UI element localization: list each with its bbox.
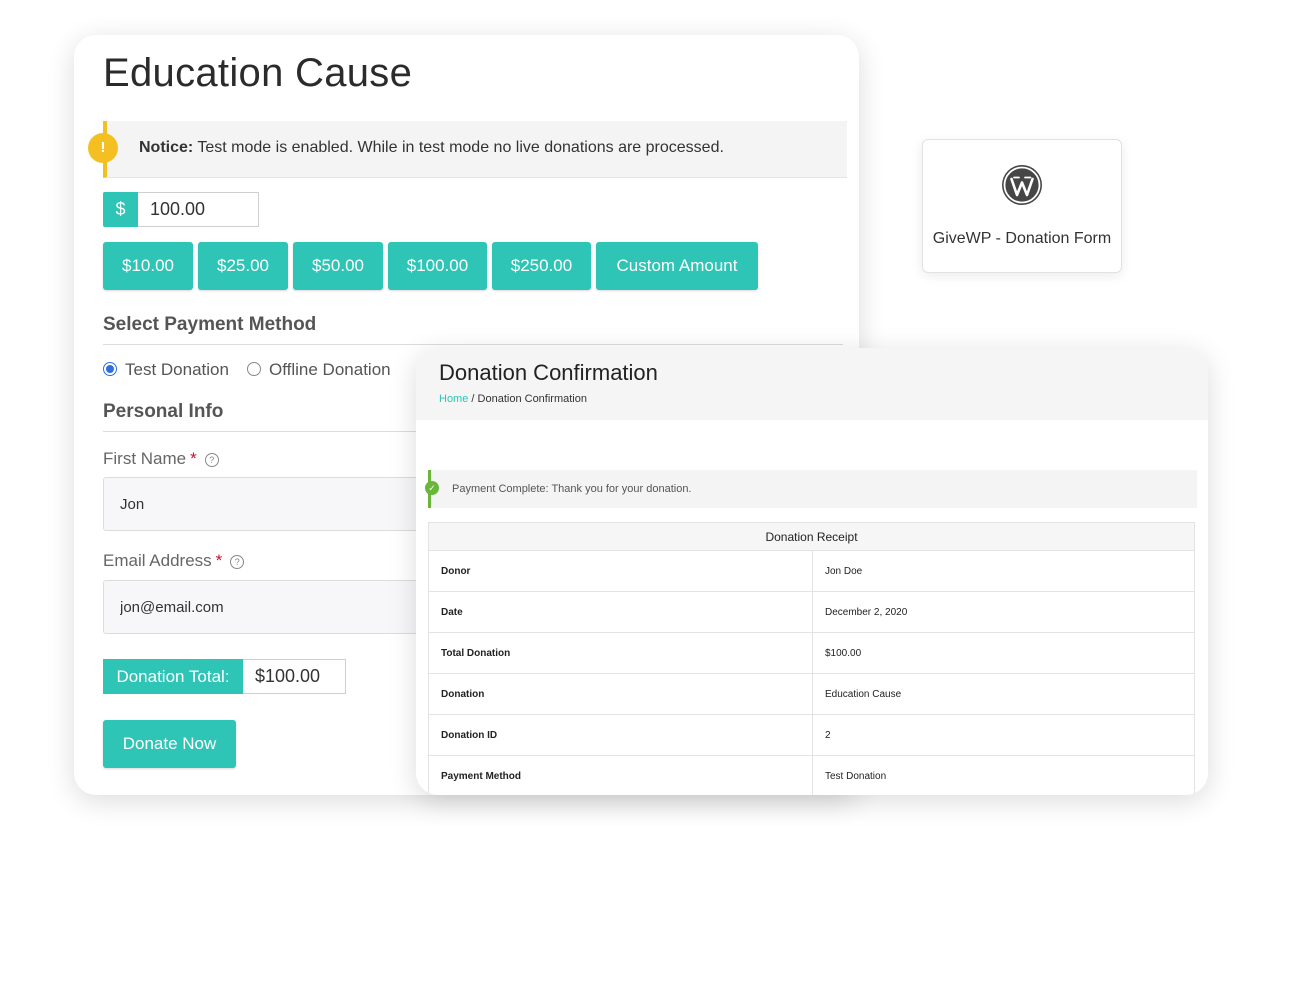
receipt-header-row: Donation Receipt — [428, 522, 1195, 551]
notice-text: Notice: Test mode is enabled. While in t… — [139, 139, 724, 157]
givewp-block-label: GiveWP - Donation Form — [932, 230, 1112, 247]
receipt-value: $100.00 — [812, 632, 1195, 674]
receipt-key: Payment Method — [428, 755, 813, 795]
donation-total-label: Donation Total: — [103, 659, 243, 694]
radio-unselected-icon[interactable] — [247, 362, 261, 376]
first-name-input[interactable] — [103, 477, 461, 531]
receipt-heading: Donation Receipt — [428, 522, 1195, 551]
donation-total-value: $100.00 — [243, 659, 346, 694]
wordpress-icon — [1002, 165, 1042, 205]
success-message: Payment Complete: Thank you for your don… — [452, 483, 692, 495]
amount-input[interactable] — [138, 192, 259, 227]
level-25-button[interactable]: $25.00 — [198, 242, 288, 290]
table-row: Donation ID 2 — [428, 714, 1195, 756]
receipt-value: December 2, 2020 — [812, 591, 1195, 633]
custom-amount-button[interactable]: Custom Amount — [596, 242, 758, 290]
level-10-button[interactable]: $10.00 — [103, 242, 193, 290]
notice-label: Notice: — [139, 139, 194, 156]
breadcrumb-current: Donation Confirmation — [477, 393, 587, 405]
radio-offline-donation[interactable]: Offline Donation — [247, 360, 391, 380]
first-name-label-text: First Name — [103, 449, 187, 468]
receipt-key: Donation — [428, 673, 813, 715]
confirmation-title: Donation Confirmation — [439, 360, 658, 385]
receipt-value: 2 — [812, 714, 1195, 756]
breadcrumb-separator: / — [471, 393, 475, 405]
email-label-text: Email Address — [103, 551, 212, 570]
receipt-value: Education Cause — [812, 673, 1195, 715]
payment-success-notice: ✓ Payment Complete: Thank you for your d… — [425, 470, 1197, 508]
receipt-key: Donor — [428, 550, 813, 592]
givewp-block-card[interactable]: GiveWP - Donation Form — [922, 139, 1122, 273]
confirmation-header: Donation Confirmation Home / Donation Co… — [416, 348, 1208, 420]
currency-symbol: $ — [103, 192, 138, 227]
radio-test-donation-label: Test Donation — [125, 360, 229, 379]
level-50-button[interactable]: $50.00 — [293, 242, 383, 290]
table-row: Donation Education Cause — [428, 673, 1195, 715]
receipt-value: Jon Doe — [812, 550, 1195, 592]
breadcrumb-home-link[interactable]: Home — [439, 393, 468, 405]
required-marker: * — [215, 551, 223, 570]
table-row: Donor Jon Doe — [428, 550, 1195, 592]
table-row: Date December 2, 2020 — [428, 591, 1195, 633]
receipt-key: Date — [428, 591, 813, 633]
email-input[interactable] — [103, 580, 461, 634]
help-icon[interactable]: ? — [230, 555, 245, 569]
test-mode-notice: ! Notice: Test mode is enabled. While in… — [88, 121, 847, 178]
required-marker: * — [190, 449, 197, 468]
breadcrumb: Home / Donation Confirmation — [439, 393, 587, 405]
first-name-label: First Name *? — [103, 449, 219, 469]
radio-offline-donation-label: Offline Donation — [269, 360, 391, 379]
warning-icon: ! — [88, 133, 118, 163]
table-row: Payment Method Test Donation — [428, 755, 1195, 795]
form-title: Education Cause — [103, 51, 413, 95]
receipt-key: Total Donation — [428, 632, 813, 674]
table-row: Total Donation $100.00 — [428, 632, 1195, 674]
donation-receipt-table: Donation Receipt Donor Jon Doe Date Dece… — [428, 522, 1195, 795]
donate-now-button[interactable]: Donate Now — [103, 720, 236, 768]
help-icon[interactable]: ? — [204, 453, 219, 467]
email-label: Email Address *? — [103, 551, 245, 571]
level-250-button[interactable]: $250.00 — [492, 242, 591, 290]
payment-method-heading: Select Payment Method — [103, 314, 843, 345]
notice-message: Test mode is enabled. While in test mode… — [197, 139, 724, 156]
receipt-key: Donation ID — [428, 714, 813, 756]
receipt-value: Test Donation — [812, 755, 1195, 795]
check-circle-icon: ✓ — [425, 481, 439, 495]
radio-test-donation[interactable]: Test Donation — [103, 360, 229, 380]
radio-selected-icon[interactable] — [103, 362, 117, 376]
level-100-button[interactable]: $100.00 — [388, 242, 487, 290]
donation-confirmation-card: Donation Confirmation Home / Donation Co… — [416, 348, 1208, 795]
